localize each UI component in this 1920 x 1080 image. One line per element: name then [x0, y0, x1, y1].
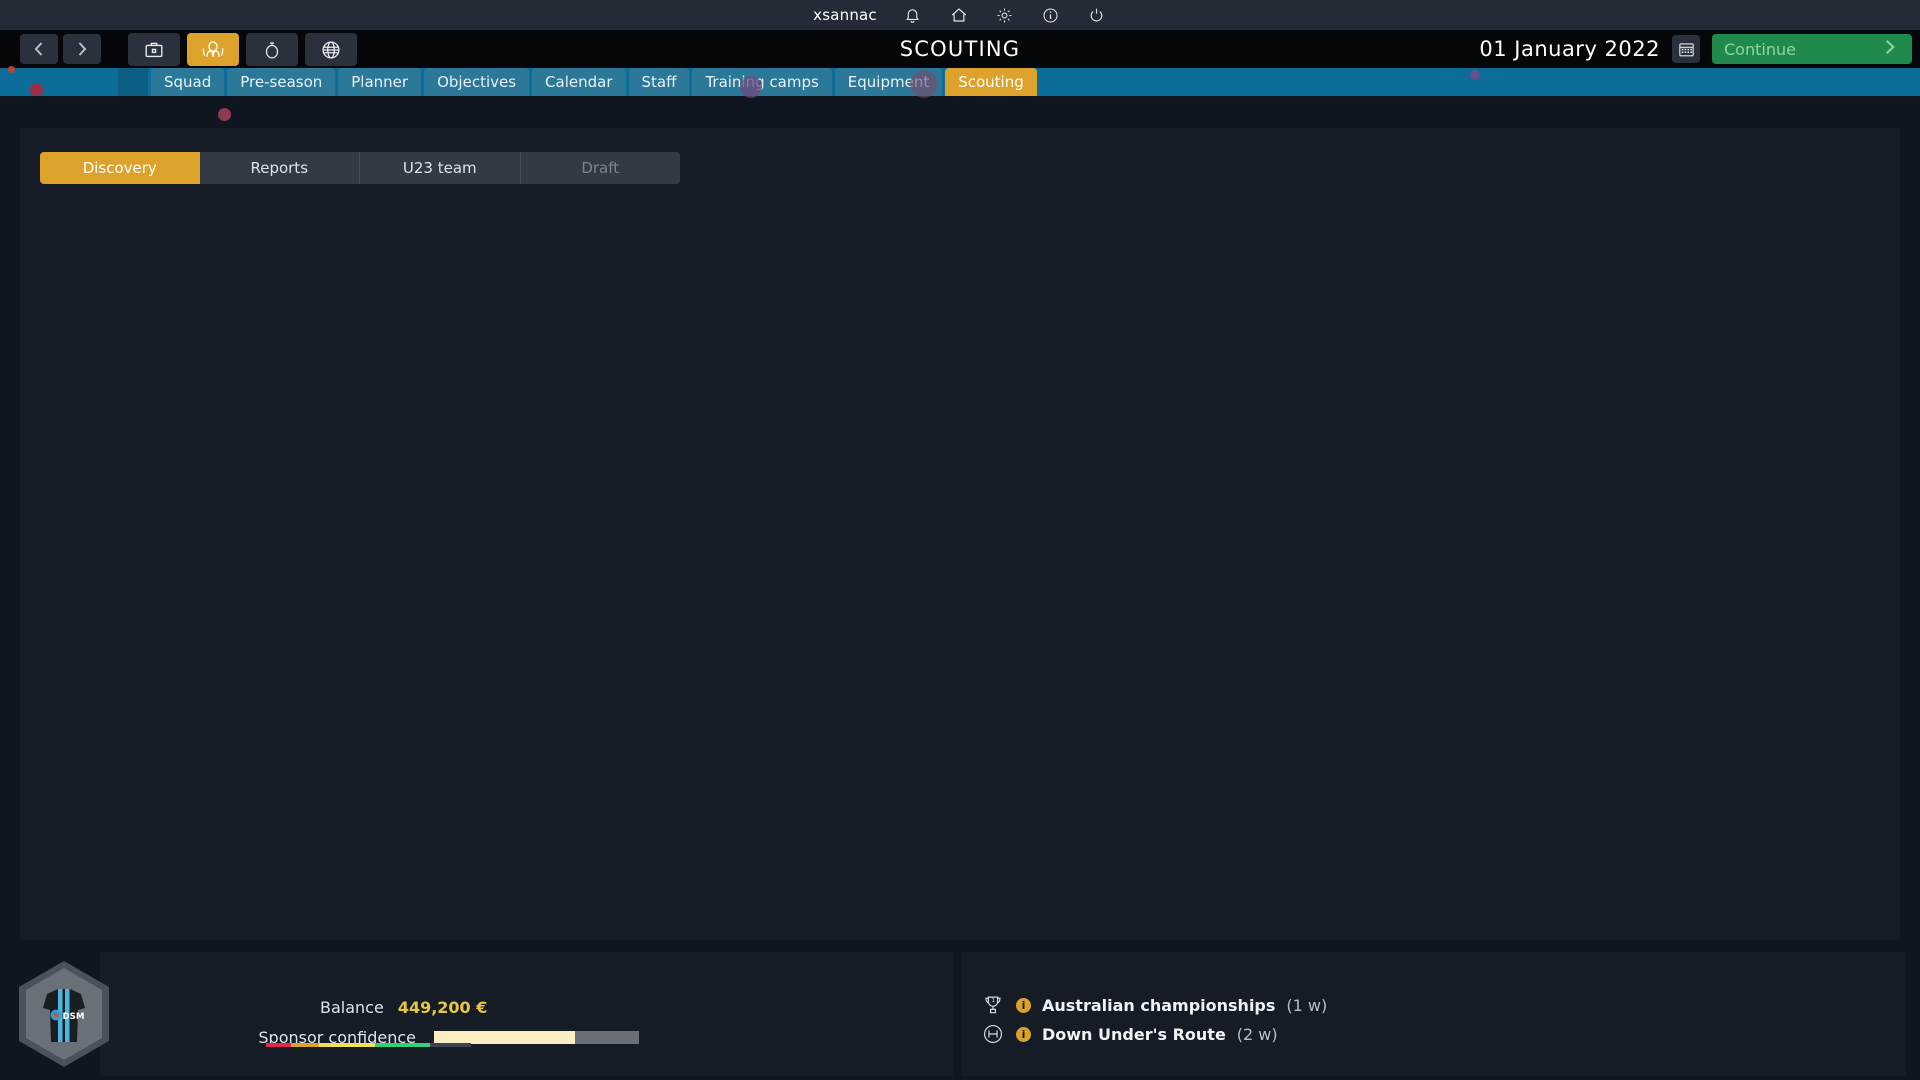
tab-pre-season[interactable]: Pre-season: [227, 68, 335, 96]
stopwatch-icon[interactable]: [246, 33, 298, 66]
bottom-bar: Balance 449,200 € Sponsor confidence DSM: [0, 948, 1920, 1080]
info-icon[interactable]: i: [1016, 998, 1031, 1013]
svg-text:1: 1: [991, 998, 995, 1004]
continue-button[interactable]: Continue: [1712, 34, 1912, 64]
event-name: Down Under's Route: [1042, 1025, 1226, 1044]
tab-calendar[interactable]: Calendar: [532, 68, 625, 96]
tabstrip-lead: [118, 68, 148, 96]
scale-segment: [266, 1043, 291, 1047]
globe-icon[interactable]: [305, 33, 357, 66]
subtab-reports[interactable]: Reports: [200, 152, 361, 184]
tab-squad[interactable]: Squad: [151, 68, 224, 96]
power-icon[interactable]: [1087, 5, 1107, 25]
subtab-discovery[interactable]: Discovery: [40, 152, 200, 184]
decor-dot: [8, 66, 15, 73]
events-panel: 1 i Australian championships (1 w) i Dow…: [961, 952, 1906, 1076]
nav-back-button[interactable]: [20, 34, 58, 64]
decor-dot: [1470, 70, 1480, 80]
scouting-subtabs: DiscoveryReportsU23 teamDraft: [40, 152, 680, 184]
info-icon[interactable]: [1041, 5, 1061, 25]
scale-segment: [375, 1043, 430, 1047]
header-right-cluster: 01 January 2022 Continue: [1479, 30, 1912, 68]
module-buttons: [128, 33, 357, 66]
gear-icon[interactable]: [995, 5, 1015, 25]
calendar-icon[interactable]: [1672, 35, 1700, 63]
dsm-team-jersey-badge[interactable]: DSM: [14, 958, 114, 1070]
subtab-u23-team[interactable]: U23 team: [360, 152, 521, 184]
main-tab-strip: SquadPre-seasonPlannerObjectivesCalendar…: [0, 68, 1920, 96]
nav-forward-button[interactable]: [63, 34, 101, 64]
app-titlebar: xsannac: [0, 0, 1920, 30]
info-icon[interactable]: i: [1016, 1027, 1031, 1042]
tab-planner[interactable]: Planner: [338, 68, 421, 96]
subtab-draft: Draft: [521, 152, 681, 184]
event-name: Australian championships: [1042, 996, 1275, 1015]
continue-label: Continue: [1724, 40, 1796, 59]
sponsor-confidence-scale: [266, 1043, 471, 1047]
event-weeks: (2 w): [1237, 1025, 1278, 1044]
tab-staff[interactable]: Staff: [629, 68, 690, 96]
event-weeks: (1 w): [1286, 996, 1327, 1015]
scale-segment: [319, 1043, 374, 1047]
content-panel: DiscoveryReportsU23 teamDraft: [20, 128, 1900, 940]
route-icon: [981, 1022, 1005, 1046]
home-icon[interactable]: [949, 5, 969, 25]
finance-panel: Balance 449,200 € Sponsor confidence: [100, 952, 953, 1076]
trophy-icon: 1: [981, 993, 1005, 1017]
event-row[interactable]: 1 i Australian championships (1 w): [981, 993, 1327, 1017]
tab-scouting[interactable]: Scouting: [945, 68, 1037, 96]
event-row[interactable]: i Down Under's Route (2 w): [981, 1022, 1278, 1046]
balance-value: 449,200 €: [398, 998, 488, 1017]
username-label: xsannac: [813, 6, 877, 24]
tab-training-camps[interactable]: Training camps: [692, 68, 831, 96]
briefcase-icon[interactable]: [128, 33, 180, 66]
decor-dot: [218, 108, 231, 121]
scouting-icon[interactable]: [187, 33, 239, 66]
current-date: 01 January 2022: [1479, 37, 1660, 61]
chevron-right-icon: [1880, 37, 1900, 62]
scale-segment: [291, 1043, 320, 1047]
game-header: SCOUTING 01 January 2022 Continue: [0, 30, 1920, 68]
tab-objectives[interactable]: Objectives: [424, 68, 529, 96]
decor-dot: [30, 83, 43, 96]
decor-dot: [740, 76, 762, 98]
header-nav-buttons: [20, 34, 101, 64]
decor-dot: [910, 70, 938, 98]
balance-row: Balance 449,200 €: [320, 998, 487, 1017]
bell-icon[interactable]: [903, 5, 923, 25]
balance-label: Balance: [320, 998, 384, 1017]
svg-text:DSM: DSM: [63, 1012, 85, 1022]
scale-segment: [430, 1043, 471, 1047]
